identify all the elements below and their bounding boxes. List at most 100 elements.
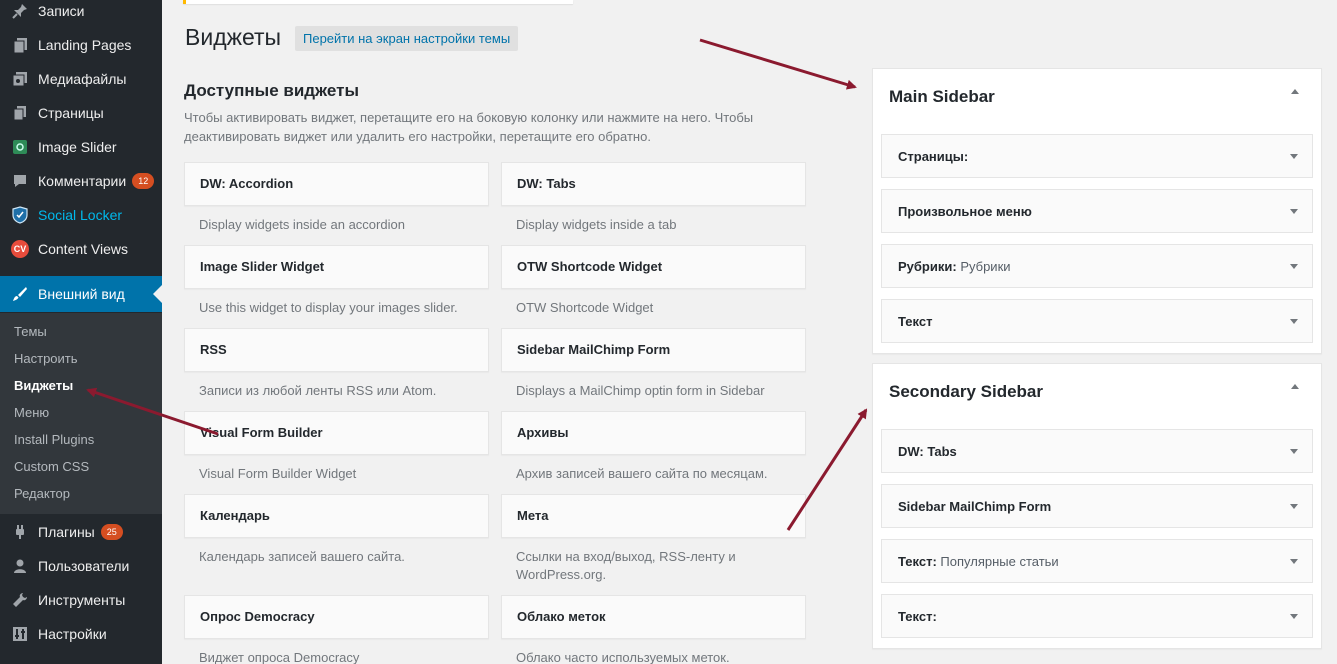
page-icon [10, 103, 30, 123]
submenu-item-editor[interactable]: Редактор [14, 486, 70, 501]
sidebar-widget-dw-tabs[interactable]: DW: Tabs [881, 429, 1313, 473]
sidebar-widget-categories[interactable]: Рубрики: Рубрики [881, 244, 1313, 288]
expand-arrow-icon[interactable] [1290, 264, 1298, 269]
plugin-icon [10, 522, 30, 542]
submenu-item-customize[interactable]: Настроить [14, 351, 78, 366]
collapse-arrow-icon[interactable] [1291, 384, 1299, 389]
secondary-sidebar-panel: Secondary Sidebar DW: Tabs Sidebar MailC… [872, 363, 1322, 649]
widget-title: DW: Tabs [517, 176, 576, 191]
widget-title: Sidebar MailChimp Form [517, 342, 671, 357]
menu-item-image-slider[interactable]: Image Slider [0, 130, 162, 164]
widget-title: Image Slider Widget [200, 259, 325, 274]
widget-calendar[interactable]: Календарь [184, 494, 489, 538]
widget-meta[interactable]: Мета [501, 494, 806, 538]
sidebar-widget-pages[interactable]: Страницы: [881, 134, 1313, 178]
widget-dw-tabs[interactable]: DW: Tabs [501, 162, 806, 206]
menu-item-label: Страницы [38, 105, 104, 121]
comments-count-badge: 12 [132, 173, 155, 189]
cv-icon: CV [10, 239, 30, 259]
widget-title: Облако меток [517, 609, 606, 624]
plugins-count-badge: 25 [100, 524, 123, 540]
sidebar-widget-label: Sidebar MailChimp Form [898, 499, 1052, 514]
menu-item-pages[interactable]: Страницы [0, 96, 162, 130]
widget-title: Visual Form Builder [200, 425, 323, 440]
menu-item-label: Пользователи [38, 558, 130, 574]
sidebar-widget-label: Текст: [898, 554, 937, 569]
available-widgets-description: Чтобы активировать виджет, перетащите ег… [184, 110, 754, 144]
expand-arrow-icon[interactable] [1290, 209, 1298, 214]
submenu-item-install-plugins[interactable]: Install Plugins [14, 432, 94, 447]
widget-description: Календарь записей вашего сайта. [199, 549, 405, 564]
pages-icon [10, 35, 30, 55]
menu-item-label: Content Views [38, 241, 129, 257]
menu-item-plugins[interactable]: Плагины 25 [0, 515, 162, 549]
sidebar-widget-subtitle: Популярные статьи [936, 554, 1059, 569]
widget-dw-accordion[interactable]: DW: Accordion [184, 162, 489, 206]
widget-tag-cloud[interactable]: Облако меток [501, 595, 806, 639]
widget-title: OTW Shortcode Widget [517, 259, 663, 274]
menu-item-media[interactable]: Медиафайлы [0, 62, 162, 96]
submenu-item-custom-css[interactable]: Custom CSS [14, 459, 89, 474]
admin-sidebar: Записи Landing Pages Медиафайлы Страницы… [0, 0, 162, 664]
expand-arrow-icon[interactable] [1290, 504, 1298, 509]
expand-arrow-icon[interactable] [1290, 449, 1298, 454]
menu-item-label: Image Slider [38, 139, 117, 155]
widget-description: Архив записей вашего сайта по месяцам. [516, 466, 768, 481]
settings-icon [10, 624, 30, 644]
shield-icon [10, 205, 30, 225]
customize-theme-button[interactable]: Перейти на экран настройки темы [295, 26, 519, 51]
expand-arrow-icon[interactable] [1290, 154, 1298, 159]
expand-arrow-icon[interactable] [1290, 614, 1298, 619]
widget-description: Display widgets inside an accordion [199, 217, 405, 232]
widget-sidebar-mailchimp[interactable]: Sidebar MailChimp Form [501, 328, 806, 372]
menu-item-label: Landing Pages [38, 37, 132, 53]
menu-item-label: Social Locker [38, 207, 123, 223]
page-title: Виджеты [185, 24, 282, 50]
menu-item-content-views[interactable]: CV Content Views [0, 232, 162, 266]
menu-item-users[interactable]: Пользователи [0, 549, 162, 583]
sidebar-widget-text-2[interactable]: Текст: [881, 594, 1313, 638]
submenu-item-themes[interactable]: Темы [14, 324, 47, 339]
widget-title: Календарь [200, 508, 270, 523]
widget-title: DW: Accordion [200, 176, 294, 191]
sidebar-widget-label: Текст [898, 314, 933, 329]
menu-item-label: Плагины [38, 524, 95, 540]
available-widgets-title: Доступные виджеты [184, 81, 359, 100]
expand-arrow-icon[interactable] [1290, 319, 1298, 324]
menu-item-landing-pages[interactable]: Landing Pages [0, 28, 162, 62]
widget-image-slider[interactable]: Image Slider Widget [184, 245, 489, 289]
widget-visual-form-builder[interactable]: Visual Form Builder [184, 411, 489, 455]
sidebar-widget-label: Произвольное меню [898, 204, 1032, 219]
widget-archives[interactable]: Архивы [501, 411, 806, 455]
menu-item-posts[interactable]: Записи [0, 0, 162, 28]
sidebar-widget-text-popular[interactable]: Текст: Популярные статьи [881, 539, 1313, 583]
widget-rss[interactable]: RSS [184, 328, 489, 372]
menu-item-label: Внешний вид [38, 286, 125, 302]
image-slider-icon [10, 137, 30, 157]
menu-item-social-locker[interactable]: Social Locker [0, 198, 162, 232]
sidebar-widget-custom-menu[interactable]: Произвольное меню [881, 189, 1313, 233]
widget-description: Ссылки на вход/выход, RSS-ленту и WordPr… [516, 549, 736, 582]
menu-item-tools[interactable]: Инструменты [0, 583, 162, 617]
menu-item-comments[interactable]: Комментарии 12 [0, 164, 162, 198]
sidebar-widget-text[interactable]: Текст [881, 299, 1313, 343]
sidebar-title: Main Sidebar [889, 87, 995, 106]
sidebar-widget-mailchimp[interactable]: Sidebar MailChimp Form [881, 484, 1313, 528]
collapse-arrow-icon[interactable] [1291, 89, 1299, 94]
arrow-to-main-sidebar [699, 38, 857, 90]
sidebar-widget-label: Страницы: [898, 149, 969, 164]
menu-item-label: Записи [38, 3, 85, 19]
widget-description: Displays a MailChimp optin form in Sideb… [516, 383, 765, 398]
widget-otw-shortcode[interactable]: OTW Shortcode Widget [501, 245, 806, 289]
sidebar-widget-subtitle: Рубрики [956, 259, 1011, 274]
menu-item-settings[interactable]: Настройки [0, 617, 162, 651]
menu-item-appearance[interactable]: Внешний вид [0, 276, 162, 312]
widget-description: Записи из любой ленты RSS или Atom. [199, 383, 437, 398]
expand-arrow-icon[interactable] [1290, 559, 1298, 564]
pin-icon [10, 1, 30, 21]
widget-description: Виджет опроса Democracy [199, 650, 360, 664]
widget-description: Display widgets inside a tab [516, 217, 677, 232]
submenu-item-menus[interactable]: Меню [14, 405, 49, 420]
submenu-item-widgets[interactable]: Виджеты [14, 378, 73, 393]
widget-democracy-poll[interactable]: Опрос Democracy [184, 595, 489, 639]
